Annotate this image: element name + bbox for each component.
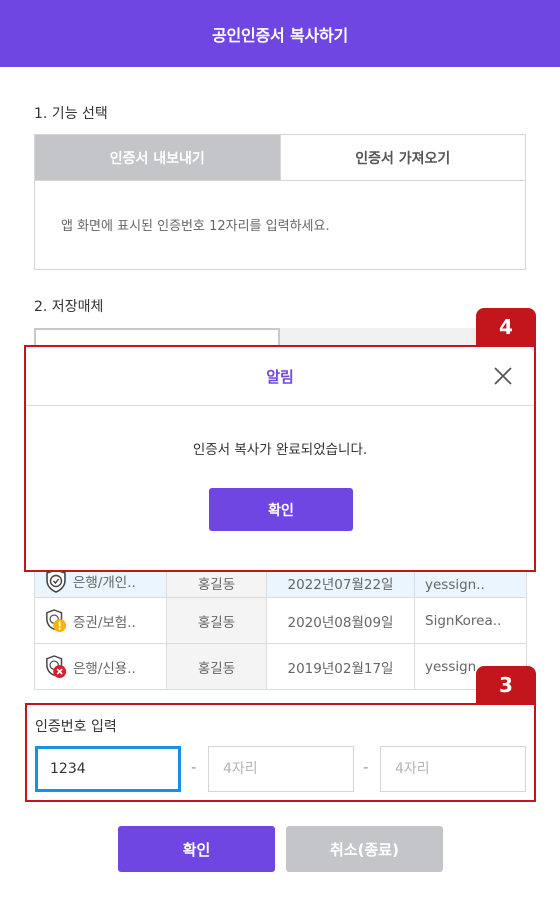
modal-title: 알림 xyxy=(266,367,294,386)
tab-export[interactable]: 인증서 내보내기 xyxy=(35,135,280,180)
export-instruction-panel: 앱 화면에 표시된 인증번호 12자리를 입력하세요. xyxy=(34,180,526,270)
cert-expiry: 2019년02월17일 xyxy=(266,643,415,690)
modal-message: 인증서 복사가 완료되었습니다. xyxy=(192,442,368,458)
auth-number-section: 인증번호 입력 - - xyxy=(25,703,536,802)
close-icon[interactable] xyxy=(492,365,514,387)
cert-type: 은행/개인.. xyxy=(73,575,136,591)
annotation-badge-input: 3 xyxy=(476,666,536,704)
tab-import[interactable]: 인증서 가져오기 xyxy=(279,135,525,180)
auth-number-field-3[interactable] xyxy=(380,746,526,792)
alert-modal: 알림 인증서 복사가 완료되었습니다. 확인 xyxy=(24,345,536,572)
modal-header: 알림 xyxy=(26,347,534,406)
cert-issuer: SignKorea.. xyxy=(414,597,527,644)
table-row[interactable]: 증권/보험.. 홍길동 2020년08월09일 SignKorea.. xyxy=(34,597,527,644)
function-tabs: 인증서 내보내기 인증서 가져오기 xyxy=(34,134,526,181)
cert-type: 은행/신용.. xyxy=(73,660,136,677)
auth-number-label: 인증번호 입력 xyxy=(35,719,117,735)
shield-check-icon xyxy=(46,569,66,593)
annotation-badge-modal: 4 xyxy=(476,308,536,346)
field-separator: - xyxy=(191,758,197,776)
storage-section-label: 2. 저장매체 xyxy=(34,299,104,315)
modal-ok-button[interactable]: 확인 xyxy=(209,488,353,531)
table-row[interactable]: 은행/신용.. 홍길동 2019년02월17일 yessign.. xyxy=(34,643,527,690)
confirm-button[interactable]: 확인 xyxy=(118,826,275,872)
shield-error-icon xyxy=(46,654,67,678)
auth-number-field-2[interactable] xyxy=(208,746,354,792)
cert-type: 증권/보험.. xyxy=(73,614,136,631)
cert-expiry: 2020년08월09일 xyxy=(266,597,415,644)
shield-warning-icon xyxy=(46,608,67,632)
cancel-button[interactable]: 취소(종료) xyxy=(286,826,443,872)
instruction-text: 앱 화면에 표시된 인증번호 12자리를 입력하세요. xyxy=(61,219,330,234)
certificate-table: 은행/개인.. 홍길동 2022년07월22일 yessign.. 증권/보험.… xyxy=(34,552,527,690)
auth-number-field-1[interactable] xyxy=(35,746,181,792)
app-header: 공인인증서 복사하기 xyxy=(0,0,560,67)
cert-owner: 홍길동 xyxy=(166,643,267,690)
page-title: 공인인증서 복사하기 xyxy=(211,25,349,45)
cert-owner: 홍길동 xyxy=(166,597,267,644)
field-separator: - xyxy=(363,758,369,776)
function-section-label: 1. 기능 선택 xyxy=(34,106,108,122)
